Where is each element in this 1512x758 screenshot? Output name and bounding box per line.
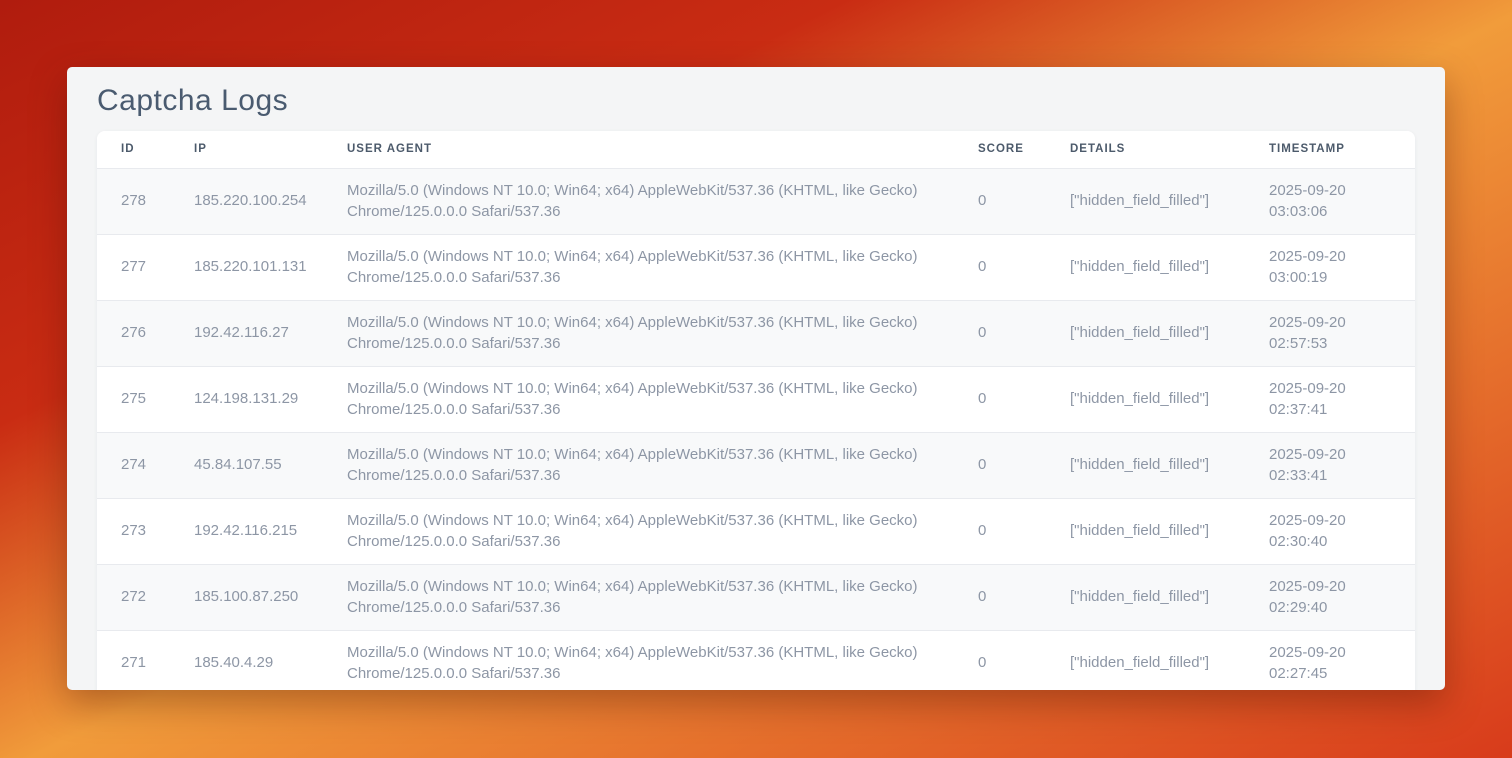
cell-ip: 45.84.107.55: [170, 432, 323, 498]
cell-score: 0: [954, 630, 1046, 690]
cell-id: 276: [97, 300, 170, 366]
cell-timestamp: 2025-09-20 03:03:06: [1245, 168, 1415, 234]
column-header-score: SCORE: [954, 131, 1046, 168]
logs-table: ID IP USER AGENT SCORE DETAILS TIMESTAMP…: [97, 131, 1415, 690]
page-title: Captcha Logs: [97, 83, 1415, 118]
table-row: 277185.220.101.131Mozilla/5.0 (Windows N…: [97, 234, 1415, 300]
cell-ip: 192.42.116.215: [170, 498, 323, 564]
table-row: 273192.42.116.215Mozilla/5.0 (Windows NT…: [97, 498, 1415, 564]
cell-timestamp: 2025-09-20 02:29:40: [1245, 564, 1415, 630]
cell-details: ["hidden_field_filled"]: [1046, 564, 1245, 630]
cell-score: 0: [954, 432, 1046, 498]
column-header-id: ID: [97, 131, 170, 168]
cell-id: 278: [97, 168, 170, 234]
cell-timestamp: 2025-09-20 02:27:45: [1245, 630, 1415, 690]
table-header-row: ID IP USER AGENT SCORE DETAILS TIMESTAMP: [97, 131, 1415, 168]
cell-details: ["hidden_field_filled"]: [1046, 300, 1245, 366]
cell-score: 0: [954, 300, 1046, 366]
cell-ip: 124.198.131.29: [170, 366, 323, 432]
cell-details: ["hidden_field_filled"]: [1046, 168, 1245, 234]
cell-user-agent: Mozilla/5.0 (Windows NT 10.0; Win64; x64…: [323, 234, 954, 300]
cell-user-agent: Mozilla/5.0 (Windows NT 10.0; Win64; x64…: [323, 300, 954, 366]
cell-id: 273: [97, 498, 170, 564]
cell-id: 274: [97, 432, 170, 498]
cell-score: 0: [954, 498, 1046, 564]
cell-ip: 192.42.116.27: [170, 300, 323, 366]
cell-timestamp: 2025-09-20 02:30:40: [1245, 498, 1415, 564]
cell-timestamp: 2025-09-20 02:33:41: [1245, 432, 1415, 498]
cell-id: 275: [97, 366, 170, 432]
cell-id: 272: [97, 564, 170, 630]
cell-score: 0: [954, 564, 1046, 630]
cell-details: ["hidden_field_filled"]: [1046, 630, 1245, 690]
table-row: 278185.220.100.254Mozilla/5.0 (Windows N…: [97, 168, 1415, 234]
cell-user-agent: Mozilla/5.0 (Windows NT 10.0; Win64; x64…: [323, 630, 954, 690]
cell-user-agent: Mozilla/5.0 (Windows NT 10.0; Win64; x64…: [323, 432, 954, 498]
cell-user-agent: Mozilla/5.0 (Windows NT 10.0; Win64; x64…: [323, 168, 954, 234]
cell-id: 277: [97, 234, 170, 300]
cell-user-agent: Mozilla/5.0 (Windows NT 10.0; Win64; x64…: [323, 498, 954, 564]
table-row: 272185.100.87.250Mozilla/5.0 (Windows NT…: [97, 564, 1415, 630]
column-header-ip: IP: [170, 131, 323, 168]
table-row: 276192.42.116.27Mozilla/5.0 (Windows NT …: [97, 300, 1415, 366]
cell-score: 0: [954, 366, 1046, 432]
cell-ip: 185.220.101.131: [170, 234, 323, 300]
cell-user-agent: Mozilla/5.0 (Windows NT 10.0; Win64; x64…: [323, 366, 954, 432]
cell-score: 0: [954, 234, 1046, 300]
cell-score: 0: [954, 168, 1046, 234]
table-row: 27445.84.107.55Mozilla/5.0 (Windows NT 1…: [97, 432, 1415, 498]
logs-table-container: ID IP USER AGENT SCORE DETAILS TIMESTAMP…: [97, 131, 1415, 690]
logs-table-body: 278185.220.100.254Mozilla/5.0 (Windows N…: [97, 168, 1415, 690]
column-header-details: DETAILS: [1046, 131, 1245, 168]
table-row: 275124.198.131.29Mozilla/5.0 (Windows NT…: [97, 366, 1415, 432]
cell-timestamp: 2025-09-20 03:00:19: [1245, 234, 1415, 300]
cell-ip: 185.40.4.29: [170, 630, 323, 690]
cell-user-agent: Mozilla/5.0 (Windows NT 10.0; Win64; x64…: [323, 564, 954, 630]
column-header-user-agent: USER AGENT: [323, 131, 954, 168]
captcha-logs-card: Captcha Logs ID IP USER AGENT SCORE DETA…: [67, 67, 1445, 690]
cell-details: ["hidden_field_filled"]: [1046, 234, 1245, 300]
table-row: 271185.40.4.29Mozilla/5.0 (Windows NT 10…: [97, 630, 1415, 690]
cell-details: ["hidden_field_filled"]: [1046, 432, 1245, 498]
page-background: { "page": { "title": "Captcha Logs" }, "…: [0, 0, 1512, 758]
cell-timestamp: 2025-09-20 02:37:41: [1245, 366, 1415, 432]
cell-id: 271: [97, 630, 170, 690]
column-header-timestamp: TIMESTAMP: [1245, 131, 1415, 168]
cell-timestamp: 2025-09-20 02:57:53: [1245, 300, 1415, 366]
cell-ip: 185.220.100.254: [170, 168, 323, 234]
cell-ip: 185.100.87.250: [170, 564, 323, 630]
cell-details: ["hidden_field_filled"]: [1046, 498, 1245, 564]
cell-details: ["hidden_field_filled"]: [1046, 366, 1245, 432]
